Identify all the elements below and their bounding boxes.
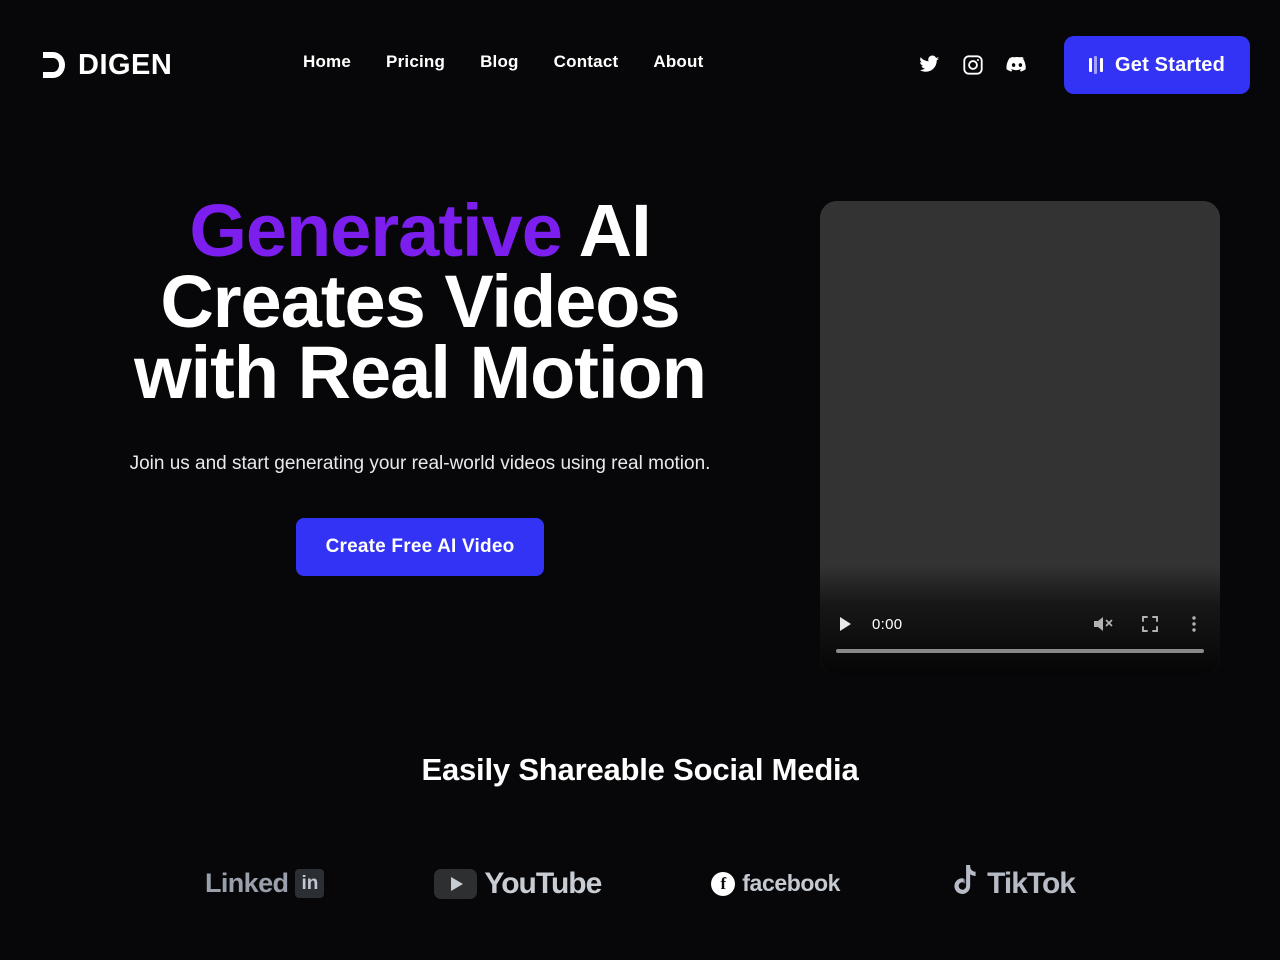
nav-item-blog[interactable]: Blog bbox=[480, 52, 554, 72]
youtube-play-badge bbox=[434, 868, 478, 899]
hero-subtitle: Join us and start generating your real-w… bbox=[129, 453, 711, 475]
get-started-button[interactable]: Get Started bbox=[1063, 36, 1250, 94]
shareable-social-section: Easily Shareable Social Media Linked in … bbox=[0, 752, 1280, 900]
youtube-label: YouTube bbox=[484, 866, 602, 900]
linkedin-label: Linked bbox=[205, 868, 289, 898]
play-icon[interactable] bbox=[840, 617, 851, 631]
more-options-icon[interactable] bbox=[1186, 612, 1202, 636]
youtube-icon[interactable]: YouTube bbox=[434, 866, 602, 901]
nav-item-home[interactable]: Home bbox=[303, 52, 386, 72]
nav-item-pricing[interactable]: Pricing bbox=[386, 52, 480, 72]
video-current-time: 0:00 bbox=[872, 615, 903, 633]
nav-item-about[interactable]: About bbox=[653, 52, 738, 72]
hero-section: Generative AI Creates Videos with Real M… bbox=[60, 194, 780, 576]
header-actions: Get Started bbox=[918, 36, 1250, 94]
youtube-play-triangle-icon bbox=[451, 876, 464, 891]
fullscreen-icon[interactable] bbox=[1138, 612, 1162, 636]
facebook-icon[interactable]: f facebook bbox=[711, 870, 840, 897]
tiktok-note-icon bbox=[950, 865, 980, 902]
linkedin-icon[interactable]: Linked in bbox=[205, 868, 325, 899]
hero-title: Generative AI Creates Videos with Real M… bbox=[60, 194, 780, 410]
equalizer-bars-icon bbox=[1088, 56, 1103, 74]
instagram-icon[interactable] bbox=[962, 54, 984, 76]
video-controls-row: 0:00 bbox=[820, 609, 1220, 639]
logo[interactable]: DIGEN bbox=[41, 48, 172, 82]
linkedin-in-badge: in bbox=[295, 869, 325, 898]
volume-muted-icon[interactable] bbox=[1090, 612, 1114, 636]
digen-d-mark-icon bbox=[41, 48, 69, 82]
facebook-label: facebook bbox=[742, 870, 841, 896]
hero-title-line3: with Real Motion bbox=[134, 331, 707, 415]
video-progress-bar[interactable] bbox=[836, 649, 1204, 653]
tiktok-icon[interactable]: TikTok bbox=[950, 865, 1076, 902]
site-header: DIGEN Home Pricing Blog Contact About Ge… bbox=[0, 0, 1280, 130]
twitter-icon[interactable] bbox=[918, 54, 940, 76]
header-social-links bbox=[918, 54, 1028, 76]
facebook-f-badge: f bbox=[711, 871, 736, 896]
nav-item-contact[interactable]: Contact bbox=[554, 52, 654, 72]
create-free-ai-video-button[interactable]: Create Free AI Video bbox=[295, 517, 545, 576]
discord-icon[interactable] bbox=[1006, 54, 1028, 76]
main-navigation: Home Pricing Blog Contact About bbox=[303, 52, 738, 72]
social-brand-row: Linked in YouTube f facebook TikTok bbox=[0, 865, 1280, 902]
tiktok-label: TikTok bbox=[987, 866, 1076, 900]
hero-video-player[interactable]: 0:00 bbox=[820, 201, 1220, 675]
logo-text: DIGEN bbox=[78, 48, 173, 81]
get-started-label: Get Started bbox=[1114, 53, 1225, 76]
social-section-heading: Easily Shareable Social Media bbox=[421, 752, 859, 787]
video-surface[interactable] bbox=[820, 201, 1220, 675]
